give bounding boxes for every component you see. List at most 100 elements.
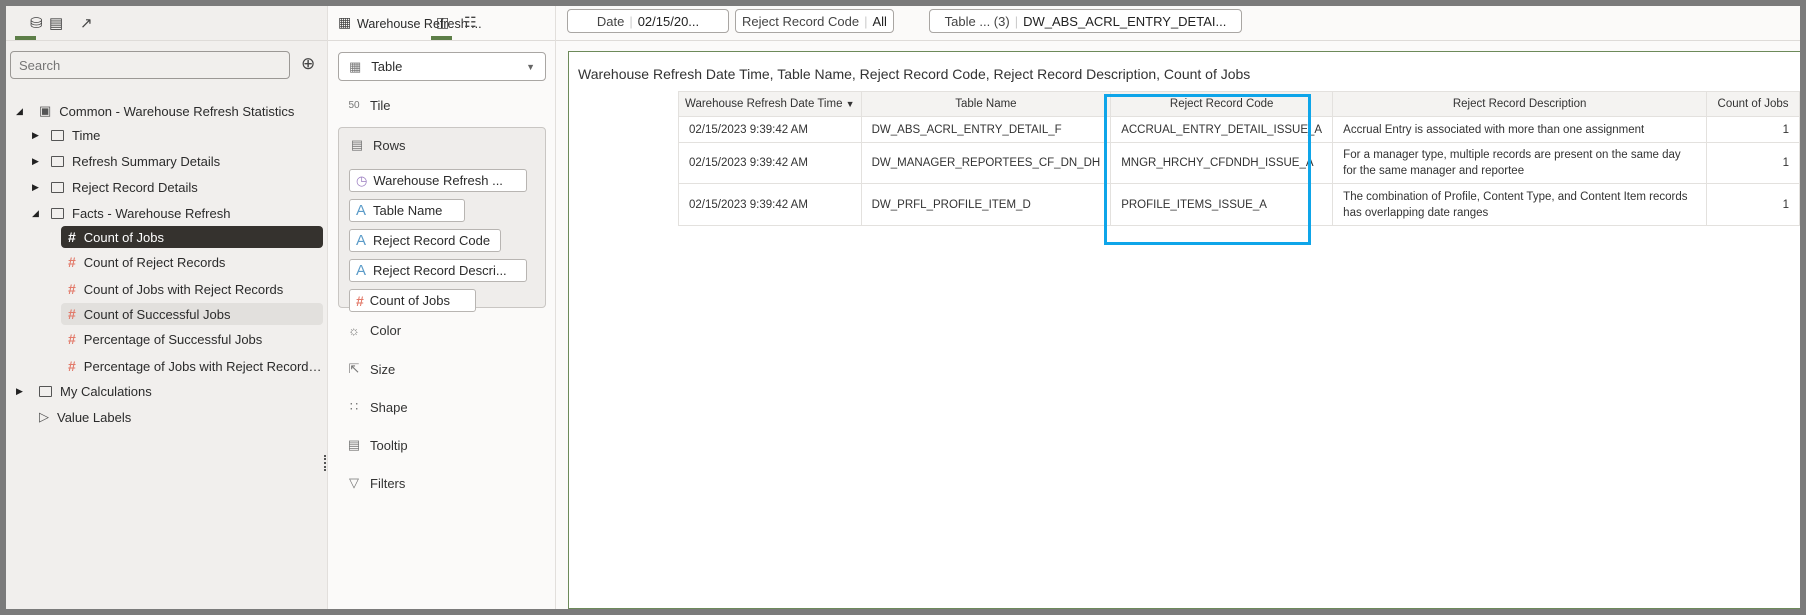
tree-item-label: Percentage of Jobs with Reject Record… <box>83 358 322 374</box>
subject-area-icon: ▣ <box>39 103 52 118</box>
table-cell: 1 <box>1706 183 1800 226</box>
filter-button[interactable]: Date | 02/15/20... <box>567 9 729 33</box>
table-cell: Accrual Entry is associated with more th… <box>1332 116 1708 143</box>
filter-button[interactable]: Reject Record Code | All <box>735 9 894 33</box>
folder-icon <box>51 129 64 141</box>
active-tab-indicator <box>15 36 36 40</box>
tree-item-label: Count of Reject Records <box>83 254 226 270</box>
viz-title-tab[interactable]: Warehouse Refresh ... <box>357 17 482 31</box>
filter-value: DW_ABS_ACRL_ENTRY_DETAI... <box>1023 13 1227 29</box>
database-icon[interactable]: ⛁ <box>30 14 43 32</box>
column-header[interactable]: Count of Jobs <box>1706 91 1800 117</box>
bar-chart-icon[interactable]: ▤ <box>49 14 63 32</box>
measure-icon: # <box>68 306 76 322</box>
tree-item-label: Count of Jobs <box>83 229 165 245</box>
filter-name: Date <box>596 13 625 29</box>
viz-title: Warehouse Refresh Date Time, Table Name,… <box>578 66 1251 82</box>
grammar-tabs: ▦ Warehouse Refresh ... ◫ ☷ <box>328 6 555 41</box>
table-visualization[interactable]: Warehouse Refresh Date Time, Table Name,… <box>568 51 1800 609</box>
tree-item[interactable]: # Count of Jobs with Reject Records <box>61 278 323 300</box>
tree-item-label: Reject Record Details <box>72 179 198 195</box>
size-icon: ⇱ <box>348 361 360 376</box>
column-header[interactable]: Reject Record Description <box>1332 91 1708 117</box>
filter-name: Table ... (3) <box>944 13 1010 29</box>
filter-bar: Date | 02/15/20... Reject Record Code | All Ta… <box>556 6 1800 41</box>
sort-desc-icon[interactable]: ▼ <box>846 99 855 109</box>
rows-label: Rows <box>373 137 406 153</box>
tree-item[interactable]: # Percentage of Successful Jobs <box>61 328 323 350</box>
property-size[interactable]: ⇱ Size <box>346 361 396 377</box>
data-panel: ⛁ ▤ ↗ ⊕ ◢ ▣ Common - Warehouse Refresh Sta… <box>6 6 328 609</box>
column-header[interactable]: Warehouse Refresh Date Time ▼ <box>678 91 862 117</box>
filter-button[interactable]: Table ... (3) | DW_ABS_ACRL_ENTRY_DETAI... <box>929 9 1242 33</box>
tree-item-label: Count of Jobs with Reject Records <box>83 281 284 297</box>
layout-icon[interactable]: ◫ <box>436 14 449 31</box>
column-header-label: Reject Record Description <box>1452 98 1587 110</box>
data-panel-tabs: ⛁ ▤ ↗ <box>6 6 327 41</box>
tree-item[interactable]: ◢ ▣ Common - Warehouse Refresh Statistics <box>6 100 328 122</box>
filter-name: Reject Record Code <box>742 13 860 29</box>
tree-item-label: Facts - Warehouse Refresh <box>72 205 231 221</box>
rows-dropzone[interactable]: ▤ Rows ◷ Warehouse Refresh ... A Table Name A… <box>338 127 546 312</box>
expand-icon[interactable]: ▶ <box>32 182 42 193</box>
column-header-label: Table Name <box>955 98 1017 110</box>
column-header[interactable]: Table Name <box>860 91 1112 117</box>
property-color[interactable]: ☼ Color <box>346 323 401 338</box>
canvas-area: Date | 02/15/20... Reject Record Code | All Ta… <box>556 6 1800 609</box>
property-label: Size <box>370 361 396 377</box>
measure-icon: # <box>68 358 76 374</box>
row-pill[interactable]: A Table Name <box>349 199 465 222</box>
collapse-icon[interactable]: ◢ <box>32 208 42 219</box>
table-cell: DW_ABS_ACRL_ENTRY_DETAIL_F <box>860 116 1112 143</box>
collapse-icon[interactable]: ◢ <box>16 106 26 117</box>
table-cell: DW_PRFL_PROFILE_ITEM_D <box>860 183 1112 226</box>
tree-item[interactable]: ▶ Time <box>6 124 328 146</box>
folder-icon <box>51 181 64 193</box>
expand-icon[interactable]: ▶ <box>32 130 42 141</box>
tree-item[interactable]: # Count of Reject Records <box>61 251 323 273</box>
expand-icon[interactable]: ▶ <box>32 156 42 167</box>
tile-icon: 50 <box>348 100 360 111</box>
tree-item[interactable]: ▷ Value Labels <box>6 406 328 428</box>
tree-item[interactable]: ▶ Reject Record Details <box>6 176 328 198</box>
table-cell: 02/15/2023 9:39:42 AM <box>678 116 862 143</box>
tree-item[interactable]: # Count of Successful Jobs <box>61 303 323 325</box>
filter-value: All <box>872 13 887 29</box>
tree-item[interactable]: ◢ Facts - Warehouse Refresh <box>6 202 328 224</box>
trend-icon[interactable]: ↗ <box>80 14 93 32</box>
tree-item[interactable]: # Count of Jobs <box>61 226 323 248</box>
tree-item[interactable]: ▶ My Calculations <box>6 380 328 402</box>
row-pill[interactable]: A Reject Record Code <box>349 229 501 252</box>
property-shape[interactable]: ∷ Shape <box>346 399 408 415</box>
attribute-icon: A <box>356 262 367 279</box>
properties-icon[interactable]: ☷ <box>464 14 477 31</box>
expand-icon[interactable]: ▶ <box>16 386 26 397</box>
row-pill-label: Warehouse Refresh ... <box>373 173 503 188</box>
filter-value: 02/15/20... <box>637 13 700 29</box>
viz-type-select[interactable]: ▦ Table ▼ <box>338 52 546 81</box>
row-pill[interactable]: A Reject Record Descri... <box>349 259 527 282</box>
measure-icon: # <box>68 229 76 245</box>
column-header-label: Warehouse Refresh Date Time <box>685 98 843 110</box>
tree-item-label: Value Labels <box>57 409 132 425</box>
add-data-icon[interactable]: ⊕ <box>301 54 315 74</box>
table-cell: 1 <box>1706 142 1800 184</box>
row-pill-label: Count of Jobs <box>369 293 451 308</box>
tile-section[interactable]: 50 Tile <box>346 98 390 113</box>
rows-icon: ▤ <box>350 137 364 152</box>
property-tooltip[interactable]: ▤ Tooltip <box>346 437 408 453</box>
row-pill[interactable]: ◷ Warehouse Refresh ... <box>349 169 527 192</box>
table-icon: ▦ <box>349 58 362 74</box>
tree-item[interactable]: ▶ Refresh Summary Details <box>6 150 328 172</box>
tree-item-label: Percentage of Successful Jobs <box>83 331 263 347</box>
table-cell: 02/15/2023 9:39:42 AM <box>678 183 862 226</box>
search-input[interactable] <box>10 51 290 79</box>
row-pill[interactable]: # Count of Jobs <box>349 289 476 312</box>
resize-handle[interactable] <box>324 455 326 471</box>
grammar-panel: ▦ Warehouse Refresh ... ◫ ☷ ▦ Table ▼ 50… <box>328 6 556 609</box>
table-icon: ▦ <box>338 14 352 30</box>
tooltip-icon: ▤ <box>347 437 361 452</box>
tree-item-label: My Calculations <box>60 383 152 399</box>
tree-item[interactable]: # Percentage of Jobs with Reject Record… <box>61 355 323 377</box>
property-filters[interactable]: ▽ Filters <box>346 475 405 491</box>
